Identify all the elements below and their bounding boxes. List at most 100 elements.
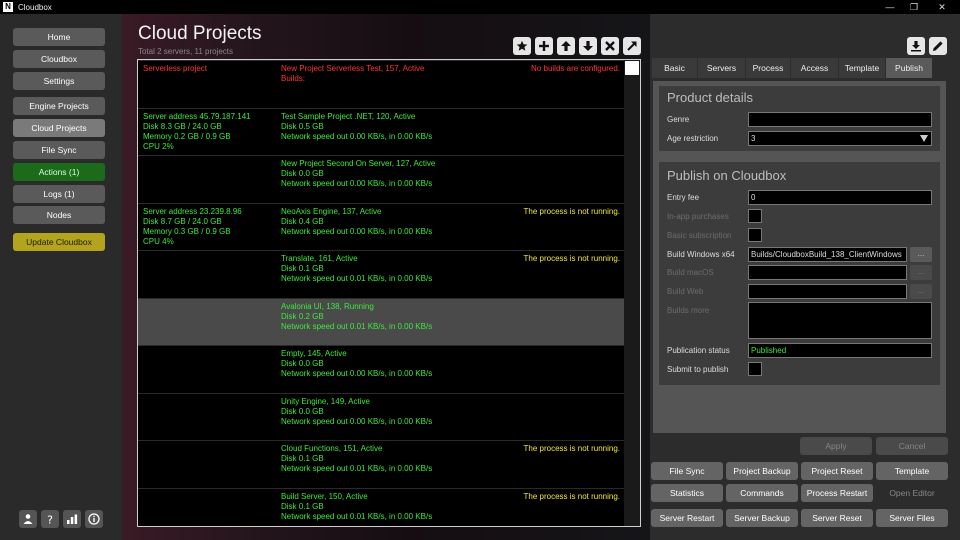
project-reset-button[interactable]: Project Reset [801,462,873,480]
build-macos-browse-button[interactable]: ... [910,265,932,280]
project-info-line: Builds: [281,74,306,83]
in-app-purchases-checkbox[interactable] [748,209,762,223]
expand-icon[interactable] [623,37,641,55]
arrow-up-icon[interactable] [557,37,575,55]
genre-label: Genre [667,115,690,124]
table-row[interactable]: Cloud Functions, 151, Active Disk 0.1 GB N… [138,440,624,487]
table-row[interactable]: Serverless project New Project Serverless… [138,60,624,107]
server-info-line: Server address 23.239.8.96 [143,207,242,216]
scrollbar-thumb[interactable] [625,61,639,75]
build-web-label: Build Web [667,287,704,296]
basic-subscription-label: Basic subscription [667,231,732,240]
sidebar-item-nodes[interactable]: Nodes [13,206,105,224]
project-info-line: Network speed out 0.00 KB/s, in 0.00 KB/… [281,369,433,378]
age-restriction-value: 3 [751,134,756,143]
project-info: Empty, 145, Active Disk 0.0 GB Network spe… [281,349,511,379]
statistics-button[interactable]: Statistics [651,484,723,502]
open-editor-button[interactable]: Open Editor [876,484,948,502]
entry-fee-label: Entry fee [667,193,700,202]
build-windows-browse-button[interactable]: ... [910,247,932,262]
server-info-line: Serverless project [143,64,208,73]
template-button[interactable]: Template [876,462,948,480]
server-backup-button[interactable]: Server Backup [726,509,798,527]
build-web-field[interactable] [748,284,907,299]
add-icon[interactable] [535,37,553,55]
table-row[interactable]: New Project Second On Server, 127, Activ… [138,155,624,202]
project-info: Test Sample Project .NET, 120, Active Dis… [281,112,511,142]
project-info-line: Network speed out 0.01 KB/s, in 0.00 KB/… [281,322,433,331]
scrollbar[interactable] [624,60,640,526]
stats-icon[interactable] [63,510,81,528]
project-list[interactable]: Serverless project New Project Serverless… [137,59,641,527]
table-row[interactable]: Unity Engine, 149, Active Disk 0.0 GB Netw… [138,393,624,440]
help-icon[interactable]: ? [41,510,59,528]
server-info-line: CPU 4% [143,237,174,246]
table-row[interactable]: Translate, 161, Active Disk 0.1 GB Network… [138,250,624,297]
genre-field[interactable] [748,112,932,127]
project-info: Unity Engine, 149, Active Disk 0.0 GB Netw… [281,397,511,427]
arrow-down-icon[interactable] [579,37,597,55]
server-files-button[interactable]: Server Files [876,509,948,527]
tab-template[interactable]: Template [839,58,885,78]
build-windows-label: Build Windows x64 [667,250,735,259]
apply-button[interactable]: Apply [800,437,872,455]
table-row[interactable]: Build Server, 150, Active Disk 0.1 GB Netw… [138,488,624,526]
submit-to-publish-label: Submit to publish [667,365,729,374]
sidebar-item-home[interactable]: Home [13,28,105,46]
project-info-line: New Project Second On Server, 127, Activ… [281,159,436,168]
commands-button[interactable]: Commands [726,484,798,502]
restore-icon[interactable]: ❐ [902,0,926,14]
project-info-line: Unity Engine, 149, Active [281,397,370,406]
table-row[interactable]: Server address 23.239.8.96 Disk 8.7 GB / … [138,203,624,250]
submit-to-publish-checkbox[interactable] [748,362,762,376]
project-info-line: Test Sample Project .NET, 120, Active [281,112,416,121]
sidebar-item-logs[interactable]: Logs (1) [13,185,105,203]
table-row[interactable]: Empty, 145, Active Disk 0.0 GB Network spe… [138,345,624,392]
sidebar-item-file-sync[interactable]: File Sync [13,141,105,159]
close-window-icon[interactable]: ✕ [930,0,954,14]
sidebar-item-engine-projects[interactable]: Engine Projects [13,97,105,115]
tab-servers[interactable]: Servers [698,58,745,78]
age-restriction-select[interactable]: 3 [748,131,932,146]
process-restart-button[interactable]: Process Restart [801,484,873,502]
project-info-line: Disk 0.4 GB [281,217,324,226]
file-sync-button[interactable]: File Sync [651,462,723,480]
sidebar-item-actions[interactable]: Actions (1) [13,163,105,181]
server-restart-button[interactable]: Server Restart [651,509,723,527]
group-icon[interactable] [19,510,37,528]
project-info: Translate, 161, Active Disk 0.1 GB Network… [281,254,511,284]
build-web-browse-button[interactable]: ... [910,284,932,299]
tab-publish[interactable]: Publish [886,58,932,78]
tab-process[interactable]: Process [746,58,790,78]
star-icon[interactable] [513,37,531,55]
project-info-line: Build Server, 150, Active [281,492,368,501]
project-info-line: Disk 0.5 GB [281,122,324,131]
publication-status-field: Published [748,343,932,358]
title-bar: N Cloudbox — ❐ ✕ [0,0,960,14]
info-icon[interactable] [85,510,103,528]
sidebar-item-cloudbox[interactable]: Cloudbox [13,50,105,68]
close-icon[interactable] [601,37,619,55]
sidebar-item-settings[interactable]: Settings [13,72,105,90]
age-restriction-label: Age restriction [667,134,719,143]
project-backup-button[interactable]: Project Backup [726,462,798,480]
basic-subscription-checkbox[interactable] [748,228,762,242]
sidebar-item-cloud-projects[interactable]: Cloud Projects [13,119,105,137]
build-windows-field[interactable]: Builds/CloudboxBuild_138_ClientWindows [748,247,907,262]
minimize-icon[interactable]: — [878,0,902,14]
project-info-line: Empty, 145, Active [281,349,347,358]
project-info-line: Disk 0.1 GB [281,264,324,273]
edit-icon[interactable] [929,37,947,55]
tab-basic[interactable]: Basic [652,58,697,78]
cancel-button[interactable]: Cancel [876,437,948,455]
build-macos-field[interactable] [748,265,907,280]
tab-access[interactable]: Access [791,58,838,78]
download-icon[interactable] [907,37,925,55]
in-app-purchases-label: In-app purchases [667,212,729,221]
table-row[interactable]: Server address 45.79.187.141 Disk 8.3 GB … [138,108,624,155]
server-reset-button[interactable]: Server Reset [801,509,873,527]
table-row[interactable]: Avalonia UI, 138, Running Disk 0.2 GB Netw… [138,298,624,345]
builds-more-field[interactable] [748,302,932,339]
update-cloudbox-button[interactable]: Update Cloudbox [13,233,105,251]
entry-fee-field[interactable]: 0 [748,190,932,205]
